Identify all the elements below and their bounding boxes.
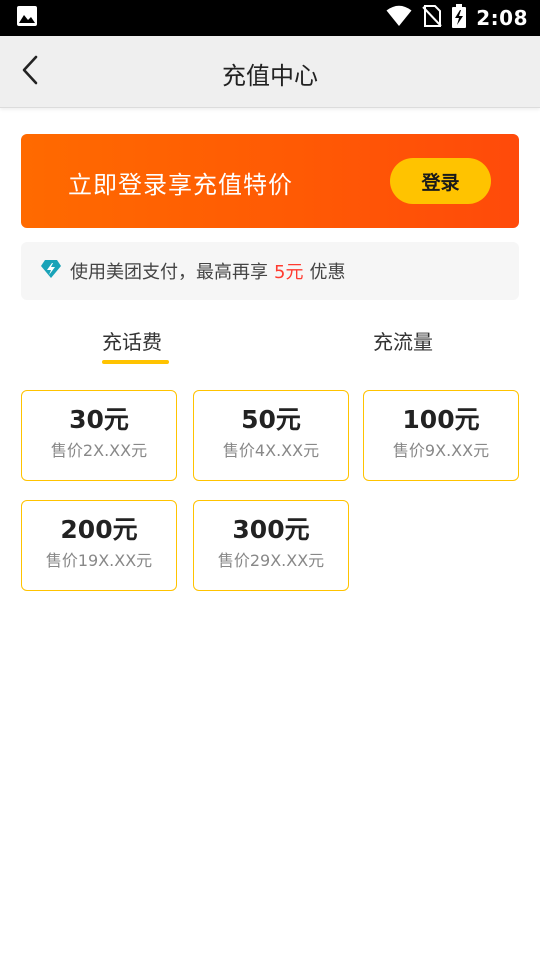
- status-right: 2:08: [386, 4, 528, 32]
- pay-notice-text-before: 使用美团支付，最高再享: [70, 262, 268, 283]
- status-left: [16, 5, 38, 31]
- amount-price: 售价4X.XX元: [222, 441, 320, 460]
- diamond-bolt-icon: [40, 259, 62, 283]
- amount-price: 售价9X.XX元: [392, 441, 490, 460]
- tab-data-plan[interactable]: 充流量: [373, 326, 433, 355]
- recharge-tabs: 充话费 充流量: [0, 318, 540, 370]
- amount-option-300[interactable]: 300元 售价29X.XX元: [193, 500, 349, 591]
- amount-price: 售价19X.XX元: [45, 551, 153, 570]
- no-sim-icon: [422, 5, 442, 31]
- tab-phone-credit[interactable]: 充话费: [102, 326, 162, 355]
- amount-option-200[interactable]: 200元 售价19X.XX元: [21, 500, 177, 591]
- page-title: 充值中心: [222, 62, 318, 90]
- payment-discount-notice: 使用美团支付，最高再享 5元 优惠: [21, 242, 519, 300]
- pay-notice-text: 使用美团支付，最高再享 5元 优惠: [70, 258, 345, 284]
- wifi-icon: [386, 5, 412, 31]
- amount-value: 300元: [232, 515, 310, 544]
- amount-price: 售价2X.XX元: [50, 441, 148, 460]
- amount-value: 100元: [402, 405, 480, 434]
- status-time: 2:08: [476, 6, 528, 30]
- image-icon: [16, 5, 38, 31]
- promo-text: 立即登录享充值特价: [68, 171, 293, 199]
- amount-option-50[interactable]: 50元 售价4X.XX元: [193, 390, 349, 481]
- amount-value: 200元: [60, 515, 138, 544]
- status-bar: 2:08: [0, 0, 540, 36]
- amount-value: 30元: [69, 405, 129, 434]
- login-button[interactable]: 登录: [390, 158, 491, 204]
- amount-option-30[interactable]: 30元 售价2X.XX元: [21, 390, 177, 481]
- tab-active-indicator: [102, 360, 169, 364]
- battery-charging-icon: [452, 4, 467, 32]
- login-promo-banner: 立即登录享充值特价 登录: [21, 134, 519, 228]
- amount-value: 50元: [241, 405, 301, 434]
- app-bar: 充值中心: [0, 36, 540, 108]
- pay-notice-highlight: 5元: [274, 262, 304, 283]
- pay-notice-text-after: 优惠: [309, 262, 346, 283]
- amount-price: 售价29X.XX元: [217, 551, 325, 570]
- amount-option-100[interactable]: 100元 售价9X.XX元: [363, 390, 519, 481]
